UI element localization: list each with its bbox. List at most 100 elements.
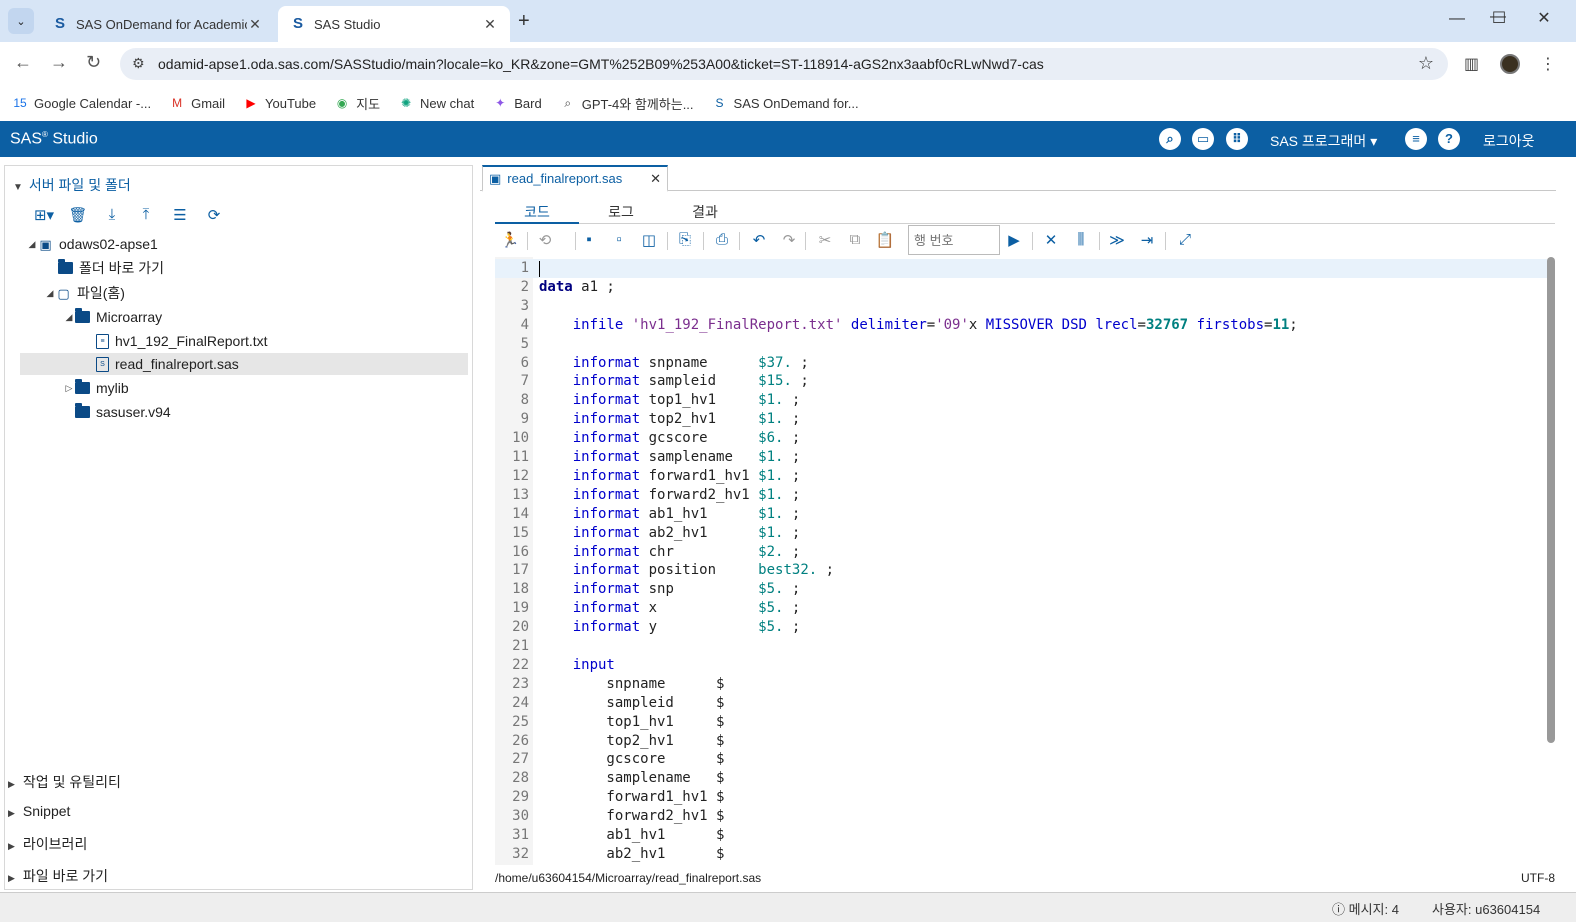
perspective-menu[interactable]: SAS 프로그래머 ▾ [1270,131,1377,151]
search-icon[interactable]: ⌕ [1159,128,1181,150]
tab-log[interactable]: 로그 [579,202,663,224]
code-editor[interactable]: 1 2 data a1 ; 3 4 infile 'hv1_192_FinalRepor… [495,257,1547,865]
line-number-input[interactable] [908,225,1000,255]
apps-grid-icon[interactable]: ⠿ [1226,128,1248,150]
code-line[interactable]: 20 informat y $5. ; [495,618,1547,637]
refresh-icon[interactable]: ⟳ [197,206,231,224]
save-as-icon[interactable]: ▫ [609,231,629,248]
site-info-icon[interactable]: ⚙ [132,55,145,72]
code-line[interactable]: 18 informat snp $5. ; [495,580,1547,599]
save-icon[interactable]: ▪ [579,231,599,248]
code-line[interactable]: 27 gcscore $ [495,750,1547,769]
code-line[interactable]: 12 informat forward1_hv1 $1. ; [495,467,1547,486]
section-snippets[interactable]: ▶ Snippet [8,803,70,819]
code-line[interactable]: 7 informat sampleid $15. ; [495,372,1547,391]
close-window-button[interactable]: ✕ [1521,8,1567,28]
logout-link[interactable]: 로그아웃 [1483,131,1535,151]
forward-arrow-icon[interactable]: → [50,52,68,73]
code-line[interactable]: 5 [495,335,1547,354]
submit-lines-icon[interactable]: ≫ [1107,231,1127,249]
tab-close-icon[interactable]: ✕ [482,16,498,33]
clear-code-icon[interactable]: ✕ [1041,231,1061,249]
code-line[interactable]: 1 [495,259,1547,278]
options-menu-icon[interactable]: ≡ [1405,128,1427,150]
tree-item-folder-shortcuts[interactable]: 폴더 바로 가기 [46,257,466,279]
code-line[interactable]: 30 forward2_hv1 $ [495,807,1547,826]
help-icon[interactable]: ? [1438,128,1460,150]
code-line[interactable]: 16 informat chr $2. ; [495,543,1547,562]
tab-results[interactable]: 결과 [663,202,747,224]
upload-icon[interactable]: ⤒ [129,206,163,224]
maximize-button[interactable]: ☐ [1476,8,1522,28]
minimize-button[interactable]: — [1434,10,1480,28]
editor-scrollbar[interactable] [1547,257,1555,743]
code-line[interactable]: 2 data a1 ; [495,278,1547,297]
tree-item-sasuser[interactable]: sasuser.v94 [63,401,466,423]
close-tab-icon[interactable]: ✕ [650,171,661,187]
new-item-icon[interactable]: ⊞▾ [27,206,61,224]
side-panel-icon[interactable]: ▥ [1464,54,1479,74]
collapse-triangle-icon[interactable]: ◢ [26,239,38,250]
code-line[interactable]: 24 sampleid $ [495,694,1547,713]
code-line[interactable]: 26 top2_hv1 $ [495,732,1547,751]
code-line[interactable]: 32 ab2_hv1 $ [495,845,1547,864]
tab-code[interactable]: 코드 [495,202,579,224]
code-line[interactable]: 19 informat x $5. ; [495,599,1547,618]
code-line[interactable]: 9 informat top2_hv1 $1. ; [495,410,1547,429]
section-tasks-utilities[interactable]: ▶ 작업 및 유틸리티 [8,772,121,792]
browser-tab-sas-ondemand[interactable]: S SAS OnDemand for Academic ✕ [40,6,275,42]
code-line[interactable]: 8 informat top1_hv1 $1. ; [495,391,1547,410]
bookmark-bard[interactable]: ✦ Bard [492,95,542,111]
new-tab-button[interactable]: + [518,10,530,33]
code-line[interactable]: 25 top1_hv1 $ [495,713,1547,732]
server-files-section-header[interactable]: ▼ 서버 파일 및 폴더 [13,175,131,195]
tab-close-icon[interactable]: ✕ [247,16,263,33]
tree-item-microarray[interactable]: ◢ Microarray [63,306,466,328]
messages-indicator[interactable]: ⓘ 메시지: 4 [1332,899,1399,918]
indent-icon[interactable]: ⇥ [1137,231,1157,249]
back-arrow-icon[interactable]: ← [14,52,32,73]
chrome-menu-icon[interactable]: ⋮ [1540,54,1556,74]
copy-icon[interactable]: ⧉ [845,231,865,248]
maximize-view-icon[interactable]: ⤢ [1175,231,1195,248]
code-line[interactable]: 22 input [495,656,1547,675]
reload-icon[interactable]: ↻ [86,52,101,73]
bookmark-youtube[interactable]: ▶ YouTube [243,95,316,111]
code-line[interactable]: 15 informat ab2_hv1 $1. ; [495,524,1547,543]
code-line[interactable]: 14 informat ab1_hv1 $1. ; [495,505,1547,524]
code-line[interactable]: 4 infile 'hv1_192_FinalReport.txt' delim… [495,316,1547,335]
cut-icon[interactable]: ✂ [815,231,835,249]
redo-icon[interactable]: ↷ [779,231,799,249]
history-icon[interactable]: ⟲ [535,231,555,249]
code-line[interactable]: 23 snpname $ [495,675,1547,694]
properties-icon[interactable]: ☰ [163,206,197,224]
expand-triangle-icon[interactable]: ▷ [63,383,75,394]
export-icon[interactable]: ⎘ [675,231,695,248]
bookmark-chatgpt[interactable]: ✺ New chat [398,95,474,111]
run-icon[interactable]: 🏃 [500,231,520,249]
code-line[interactable]: 13 informat forward2_hv1 $1. ; [495,486,1547,505]
delete-icon[interactable]: 🗑 [61,206,95,224]
bookmark-search[interactable]: ⌕ GPT-4와 함께하는... [560,94,693,113]
code-line[interactable]: 28 samplename $ [495,769,1547,788]
collapse-triangle-icon[interactable]: ◢ [44,288,56,299]
paste-icon[interactable]: 📋 [875,231,895,249]
bookmark-star-icon[interactable]: ☆ [1418,53,1434,74]
editor-tab-read-finalreport[interactable]: ▣ read_finalreport.sas ✕ [482,165,668,192]
url-field[interactable]: ⚙ odamid-apse1.oda.sas.com/SASStudio/mai… [120,48,1448,80]
format-code-icon[interactable]: ⫼ [1071,231,1091,248]
open-icon[interactable]: ▭ [1192,128,1214,150]
tab-search-dropdown-icon[interactable]: ⌄ [8,8,34,34]
profile-avatar[interactable] [1500,54,1520,74]
code-line[interactable]: 21 [495,637,1547,656]
save-program-icon[interactable]: ◫ [639,231,659,249]
bookmark-maps[interactable]: ◉ 지도 [334,94,380,113]
tree-item-sas-file[interactable]: S read_finalreport.sas [20,353,468,375]
code-line[interactable]: 6 informat snpname $37. ; [495,354,1547,373]
section-libraries[interactable]: ▶ 라이브러리 [8,834,87,854]
bookmark-gmail[interactable]: M Gmail [169,95,225,111]
tree-item-txt-file[interactable]: ≡ hv1_192_FinalReport.txt [96,330,466,352]
bookmark-sas[interactable]: S SAS OnDemand for... [712,95,859,111]
section-file-shortcuts[interactable]: ▶ 파일 바로 가기 [8,866,108,886]
code-line[interactable]: 11 informat samplename $1. ; [495,448,1547,467]
